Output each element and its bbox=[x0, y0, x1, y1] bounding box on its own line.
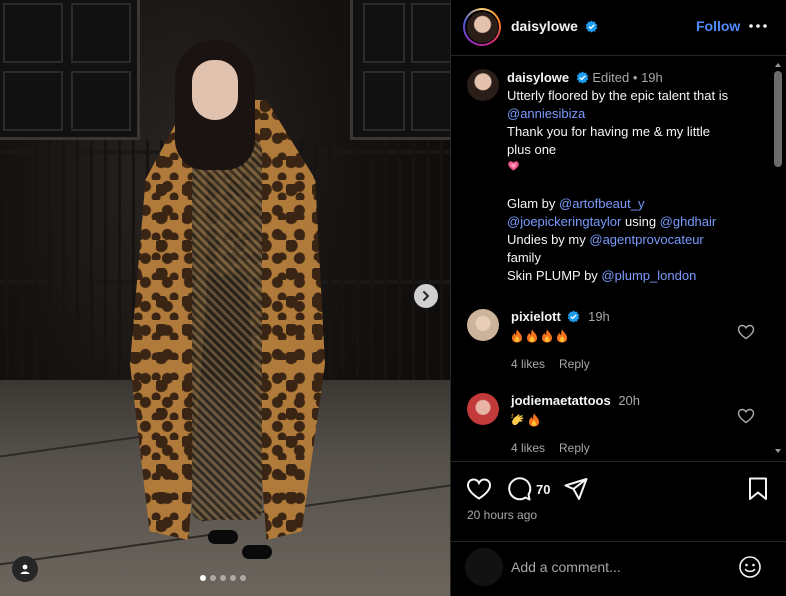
add-comment-bar: Add a comment... bbox=[451, 541, 786, 596]
carousel-dot bbox=[230, 575, 236, 581]
fire-emoji-icon bbox=[512, 329, 522, 343]
smiley-icon[interactable] bbox=[738, 555, 762, 579]
fire-emoji-icon bbox=[527, 329, 537, 343]
caption-line-2: Thank you for having me & my little plus… bbox=[507, 124, 711, 157]
comment-text bbox=[511, 329, 571, 346]
post-timestamp[interactable]: 20 hours ago bbox=[467, 508, 537, 522]
author-avatar[interactable] bbox=[463, 8, 501, 46]
commenter-avatar[interactable] bbox=[467, 393, 499, 425]
verified-badge-icon bbox=[585, 20, 598, 33]
mention-link[interactable]: @plump_london bbox=[601, 268, 696, 283]
author-username[interactable]: daisylowe bbox=[511, 18, 578, 34]
post-side-panel: daisylowe Follow daisylowe Edited • 19h … bbox=[450, 0, 786, 596]
undies-prefix: Undies by my bbox=[507, 232, 590, 247]
caption-avatar[interactable] bbox=[467, 69, 499, 101]
comments-scrollbar[interactable] bbox=[771, 57, 785, 461]
commenter-username[interactable]: jodiemaetattoos bbox=[511, 393, 611, 408]
comment-time[interactable]: 20h bbox=[618, 393, 640, 408]
edited-label: Edited bbox=[592, 70, 630, 85]
comment-likes[interactable]: 4 likes bbox=[511, 357, 545, 371]
reply-button[interactable]: Reply bbox=[559, 441, 590, 455]
carousel-dot bbox=[210, 575, 216, 581]
heart-icon[interactable] bbox=[737, 407, 755, 425]
background-window-right bbox=[350, 0, 450, 140]
comments-scroll-area[interactable]: daisylowe Edited • 19h Utterly floored b… bbox=[451, 57, 786, 461]
follow-button[interactable]: Follow bbox=[696, 18, 740, 34]
comment-text bbox=[511, 413, 543, 430]
carousel-dot bbox=[220, 575, 226, 581]
carousel-dot bbox=[240, 575, 246, 581]
verified-badge-icon bbox=[568, 310, 580, 323]
verified-badge-icon bbox=[576, 71, 589, 84]
background-window-left bbox=[0, 0, 140, 140]
mention-link[interactable]: @anniesibiza bbox=[507, 106, 585, 121]
post-header: daisylowe Follow bbox=[451, 0, 786, 56]
comment-item: pixielott 19h 4 likes Reply bbox=[467, 309, 767, 389]
mention-link[interactable]: @joepickeringtaylor bbox=[507, 214, 621, 229]
caption-time[interactable]: 19h bbox=[641, 70, 663, 85]
mention-link[interactable]: @artofbeaut_y bbox=[559, 196, 644, 211]
scroll-up-icon[interactable] bbox=[774, 61, 782, 69]
carousel-dot bbox=[200, 575, 206, 581]
comment-item: jodiemaetattoos 20h 4 likes Reply bbox=[467, 393, 767, 461]
family-text: family bbox=[507, 250, 541, 265]
woman-in-leopard-coat bbox=[130, 40, 330, 560]
comment-bubble-icon[interactable] bbox=[506, 476, 532, 502]
separator-dot: • bbox=[632, 70, 638, 85]
reply-button[interactable]: Reply bbox=[559, 357, 590, 371]
using-text: using bbox=[621, 214, 660, 229]
growing-heart-emoji-icon bbox=[508, 161, 519, 171]
tagged-users-button[interactable] bbox=[12, 556, 38, 582]
heart-icon[interactable] bbox=[466, 476, 492, 502]
mention-link[interactable]: @agentprovocateur bbox=[589, 232, 703, 247]
fire-emoji-icon bbox=[529, 413, 539, 427]
mention-link[interactable]: @ghdhair bbox=[660, 214, 717, 229]
scroll-down-icon[interactable] bbox=[774, 447, 782, 455]
glam-prefix: Glam by bbox=[507, 196, 560, 211]
commenter-username[interactable]: pixielott bbox=[511, 309, 561, 324]
scrollbar-thumb[interactable] bbox=[774, 71, 782, 167]
comment-time[interactable]: 19h bbox=[588, 309, 610, 324]
user-tag-icon bbox=[20, 564, 30, 574]
clapping-hands-emoji-icon bbox=[511, 413, 524, 426]
send-icon[interactable] bbox=[563, 476, 589, 502]
commenter-avatar[interactable] bbox=[467, 309, 499, 341]
add-comment-input[interactable]: Add a comment... bbox=[511, 559, 621, 575]
carousel-indicator bbox=[200, 575, 246, 581]
more-options-icon[interactable] bbox=[747, 14, 769, 38]
skin-prefix: Skin PLUMP by bbox=[507, 268, 602, 283]
bookmark-icon[interactable] bbox=[745, 476, 771, 502]
comment-likes[interactable]: 4 likes bbox=[511, 441, 545, 455]
fire-emoji-icon bbox=[557, 329, 567, 343]
caption-username[interactable]: daisylowe bbox=[507, 70, 569, 85]
post-photo bbox=[0, 0, 450, 596]
caption-line-1: Utterly floored by the epic talent that … bbox=[507, 88, 729, 103]
chevron-right-icon bbox=[423, 291, 429, 301]
fire-emoji-icon bbox=[542, 329, 552, 343]
comment-count[interactable]: 70 bbox=[536, 482, 550, 497]
carousel-next-button[interactable] bbox=[414, 284, 438, 308]
current-user-avatar bbox=[465, 548, 503, 586]
post-actions: 70 20 hours ago bbox=[451, 461, 786, 541]
heart-icon[interactable] bbox=[737, 323, 755, 341]
